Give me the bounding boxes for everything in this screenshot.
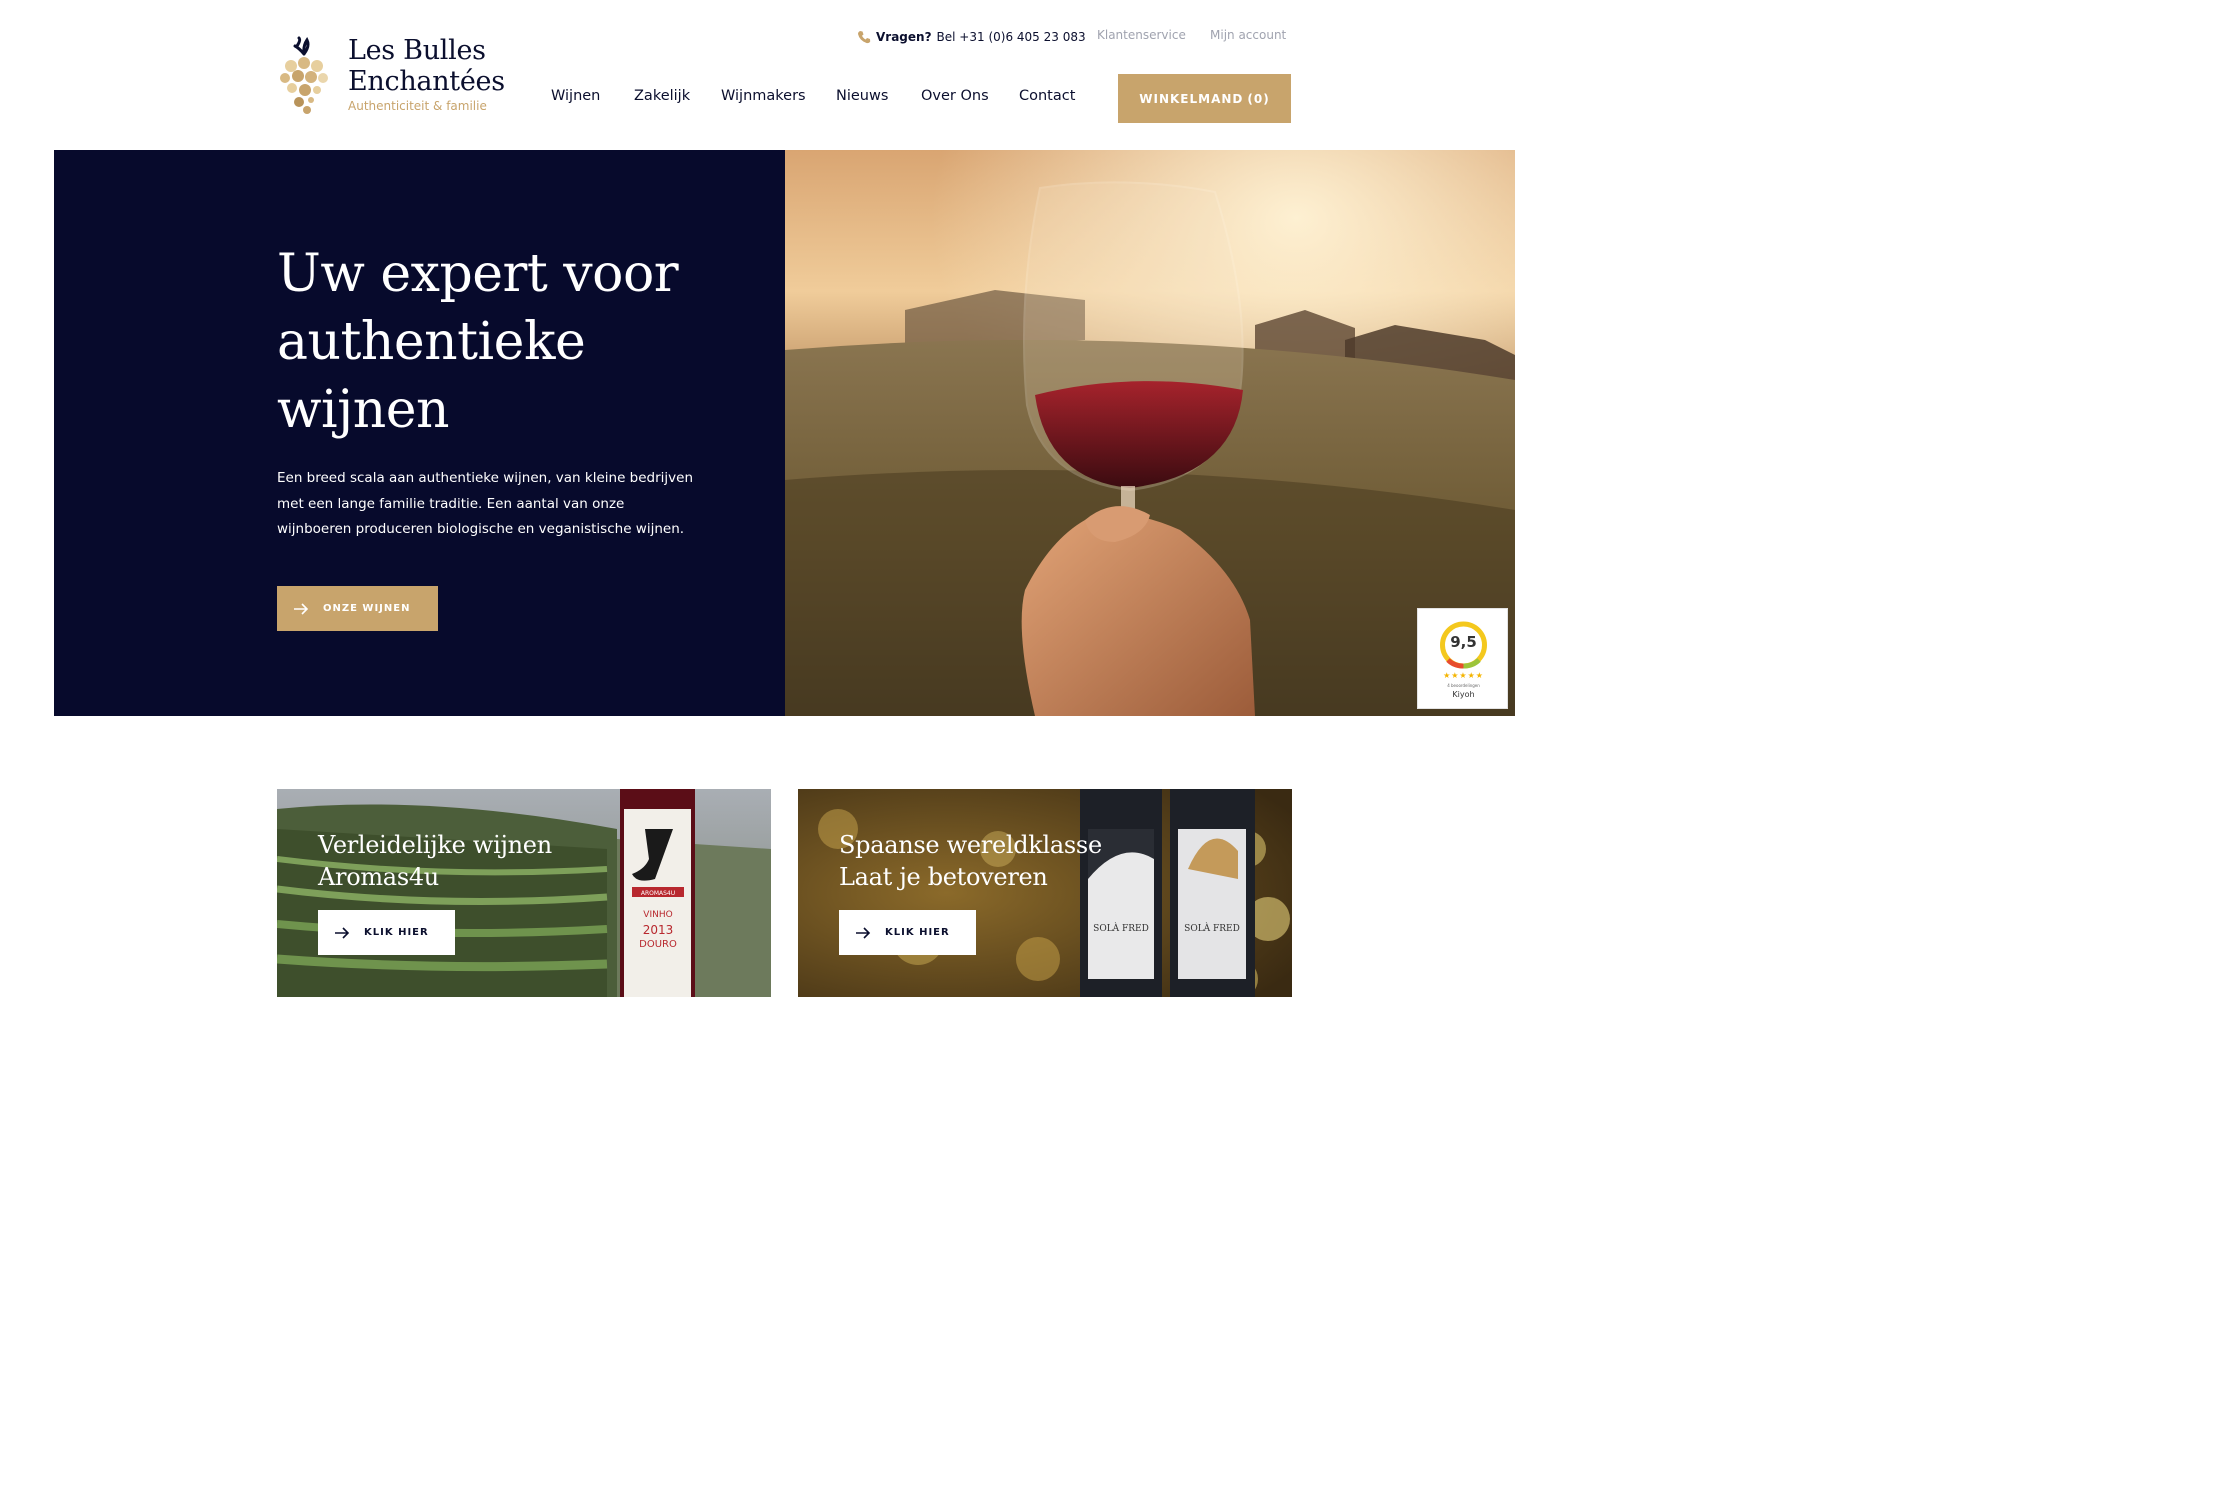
- card-title-line2: Laat je betoveren: [839, 863, 1048, 891]
- phone-icon: [858, 31, 871, 44]
- arrow-right-icon: [294, 602, 309, 615]
- kiyoh-stars: ★★★★★: [1443, 671, 1484, 680]
- hero-description: Een breed scala aan authentieke wijnen, …: [277, 470, 694, 537]
- card-title-line1: Verleidelijke wijnen: [318, 831, 552, 859]
- hero-photo: [785, 150, 1515, 716]
- klik-hier-button[interactable]: KLIK HIER: [839, 910, 976, 955]
- label-vinho: VINHO: [643, 910, 672, 920]
- arrow-right-icon: [335, 926, 350, 939]
- arrow-right-icon: [856, 926, 871, 939]
- label-region: DOURO: [639, 939, 677, 950]
- logo-tagline: Authenticiteit & familie: [348, 99, 487, 113]
- mijn-account-link[interactable]: Mijn account: [1210, 28, 1286, 46]
- vineyard-bottle-photo: AROMAS4U VINHO 2013 DOURO: [277, 789, 771, 997]
- grape-bubbles-logo-icon: [280, 36, 328, 114]
- nav-item-nieuws[interactable]: Nieuws: [836, 88, 888, 108]
- onze-wijnen-label: ONZE WIJNEN: [323, 603, 411, 614]
- card-title-line2: Aromas4u: [318, 863, 439, 891]
- nav-item-wijnmakers[interactable]: Wijnmakers: [721, 88, 806, 108]
- logo-name-line2: Enchantées: [348, 66, 505, 97]
- label-year: 2013: [643, 923, 674, 937]
- promo-card-spaanse-wereldklasse[interactable]: SOLÀ FRED SOLÀ FRED Spaanse wereldklasse…: [798, 789, 1292, 997]
- klantenservice-link[interactable]: Klantenservice: [1097, 28, 1186, 46]
- logo-name-line1: Les Bulles: [348, 35, 486, 66]
- card-title-line1: Spaanse wereldklasse: [839, 831, 1102, 859]
- nav-item-wijnen[interactable]: Wijnen: [551, 88, 600, 108]
- hero-image-wine-glass: [785, 150, 1515, 716]
- nav-item-zakelijk[interactable]: Zakelijk: [634, 88, 690, 108]
- klik-hier-button[interactable]: KLIK HIER: [318, 910, 455, 955]
- kiyoh-review-count: 4 beoordelingen: [1447, 683, 1480, 688]
- nav-item-contact[interactable]: Contact: [1019, 88, 1075, 108]
- bottle2-label: SOLÀ FRED: [1184, 922, 1240, 934]
- nav-item-over-ons[interactable]: Over Ons: [921, 88, 989, 108]
- phone-contact[interactable]: Vragen? Bel +31 (0)6 405 23 083: [857, 28, 1086, 46]
- label-brand: AROMAS4U: [641, 890, 675, 897]
- phone-number: Bel +31 (0)6 405 23 083: [936, 30, 1086, 44]
- kiyoh-score: 9,5: [1450, 633, 1477, 651]
- kiyoh-rating-widget[interactable]: 9,5 ★★★★★ 4 beoordelingen Kiyoh: [1417, 608, 1508, 709]
- bottle1-label: SOLÀ FRED: [1093, 922, 1149, 934]
- cart-count: (0): [1247, 91, 1270, 106]
- cart-label: WINKELMAND: [1139, 91, 1244, 106]
- onze-wijnen-button[interactable]: ONZE WIJNEN: [277, 586, 438, 631]
- promo-card-aromas4u[interactable]: AROMAS4U VINHO 2013 DOURO Verleidelijke …: [277, 789, 771, 997]
- site-logo[interactable]: Les Bulles Enchantées Authenticiteit & f…: [277, 35, 507, 116]
- grapes-bottles-photo: SOLÀ FRED SOLÀ FRED: [798, 789, 1292, 997]
- klik-hier-label: KLIK HIER: [885, 927, 950, 938]
- klik-hier-label: KLIK HIER: [364, 927, 429, 938]
- cart-button[interactable]: WINKELMAND (0): [1118, 74, 1291, 123]
- phone-label: Vragen?: [876, 30, 932, 44]
- hero-title: Uw expert voor authentieke wijnen: [277, 244, 679, 440]
- kiyoh-brand: Kiyoh: [1452, 690, 1475, 699]
